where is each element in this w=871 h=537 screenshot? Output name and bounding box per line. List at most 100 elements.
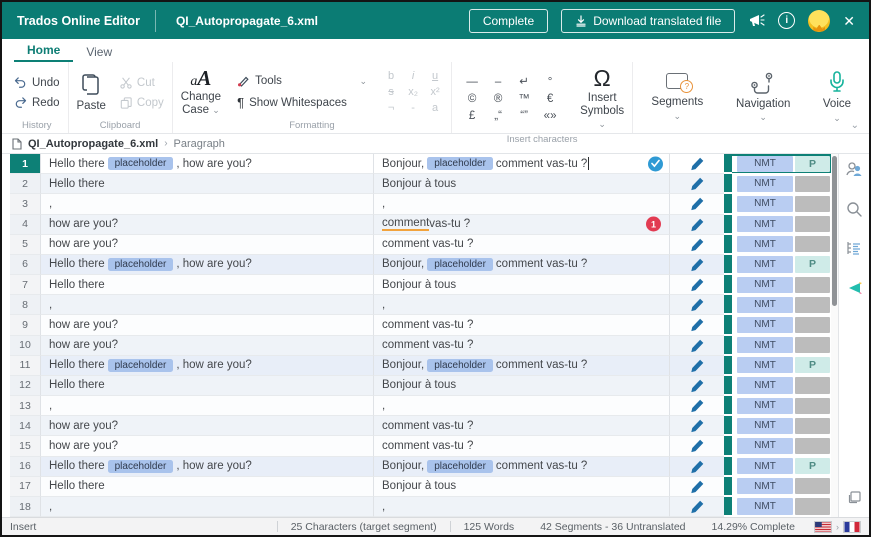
nmt-badge[interactable]: NMT [737,498,793,514]
placeholder-tag[interactable]: placeholder [427,359,493,372]
collapse-ribbon-chevron-icon[interactable]: ⌄ [851,120,859,131]
degree-button[interactable]: ° [538,75,562,90]
edit-pencil-icon[interactable] [690,418,705,433]
target-cell[interactable]: Bonjour, placeholder comment vas-tu ? [374,457,670,477]
voice-menu[interactable]: Voice ⌄ [813,71,861,124]
edit-pencil-icon[interactable] [690,499,705,514]
redo-button[interactable]: Redo [14,97,60,109]
nmt-badge[interactable]: NMT [737,377,793,393]
announcement-icon[interactable] [748,13,765,28]
nmt-badge[interactable]: NMT [737,156,793,172]
edit-pencil-icon[interactable] [690,257,705,272]
nmt-badge[interactable]: NMT [737,438,793,454]
edit-pencil-icon[interactable] [690,479,705,494]
edit-cell[interactable] [670,295,724,315]
target-cell[interactable]: , [374,497,670,517]
tab-view[interactable]: View [73,42,125,62]
nmt-badge[interactable]: NMT [737,176,793,192]
scrollbar-thumb[interactable] [832,156,837,306]
copyright-button[interactable]: © [460,92,484,107]
em-dash-button[interactable]: — [460,75,484,90]
edit-cell[interactable] [670,396,724,416]
edit-pencil-icon[interactable] [690,317,705,332]
edit-pencil-icon[interactable] [690,277,705,292]
source-cell[interactable]: how are you? [41,416,374,436]
nmt-badge[interactable]: NMT [737,337,793,353]
source-cell[interactable]: Hello there placeholder , how are you? [41,255,374,275]
registered-button[interactable]: ® [486,92,510,107]
nmt-badge[interactable]: NMT [737,196,793,212]
curly-quotes-button[interactable]: “” [512,109,536,124]
target-cell[interactable]: Bonjour à tous [374,477,670,497]
nmt-badge[interactable]: NMT [737,478,793,494]
edit-cell[interactable] [670,174,724,194]
placeholder-tag[interactable]: placeholder [108,460,174,473]
segment-number[interactable]: 6 [10,255,41,275]
edit-cell[interactable] [670,497,724,517]
target-cell[interactable]: comment vas-tu ? [374,436,670,456]
edit-pencil-icon[interactable] [690,338,705,353]
source-cell[interactable]: Hello there [41,275,374,295]
edit-pencil-icon[interactable] [690,459,705,474]
line-break-button[interactable]: ↵ [512,75,536,90]
paste-button[interactable]: Paste [77,72,106,113]
source-cell[interactable]: Hello there placeholder , how are you? [41,356,374,376]
edit-pencil-icon[interactable] [690,438,705,453]
source-cell[interactable]: how are you? [41,235,374,255]
navigation-menu[interactable]: Navigation ⌄ [729,72,797,124]
target-cell[interactable]: , [374,396,670,416]
segment-number[interactable]: 7 [10,275,41,295]
edit-cell[interactable] [670,235,724,255]
segment-number[interactable]: 3 [10,194,41,214]
preview-icon[interactable] [848,491,861,509]
edit-pencil-icon[interactable] [690,297,705,312]
source-cell[interactable]: how are you? [41,215,374,235]
edit-pencil-icon[interactable] [690,398,705,413]
target-cell[interactable]: Bonjour à tous [374,376,670,396]
segment-number[interactable]: 10 [10,336,41,356]
source-cell[interactable]: Hello there [41,376,374,396]
edit-cell[interactable] [670,457,724,477]
source-cell[interactable]: , [41,396,374,416]
target-cell[interactable]: comment vas-tu ? [374,336,670,356]
nmt-badge[interactable]: NMT [737,357,793,373]
edit-pencil-icon[interactable] [690,358,705,373]
placeholder-tag[interactable]: placeholder [108,359,174,372]
placeholder-tag[interactable]: placeholder [427,157,493,170]
nmt-badge[interactable]: NMT [737,256,793,272]
nmt-badge[interactable]: NMT [737,236,793,252]
target-cell[interactable]: Bonjour à tous [374,174,670,194]
edit-pencil-icon[interactable] [690,176,705,191]
breadcrumb-file[interactable]: QI_Autopropagate_6.xml [28,138,158,150]
segment-number[interactable]: 17 [10,477,41,497]
document-structure-icon[interactable] [846,241,862,261]
edit-cell[interactable] [670,336,724,356]
target-cell[interactable]: Bonjour à tous [374,275,670,295]
edit-cell[interactable] [670,275,724,295]
nmt-badge[interactable]: NMT [737,216,793,232]
show-whitespaces-button[interactable]: ¶ Show Whitespaces [237,95,347,110]
source-cell[interactable]: , [41,194,374,214]
source-cell[interactable]: Hello there [41,477,374,497]
target-cell[interactable]: , [374,194,670,214]
segment-number[interactable]: 5 [10,235,41,255]
source-cell[interactable]: , [41,497,374,517]
pound-button[interactable]: £ [460,109,484,124]
edit-cell[interactable] [670,315,724,335]
edit-pencil-icon[interactable] [690,378,705,393]
edit-cell[interactable] [670,436,724,456]
error-count-badge[interactable]: 1 [646,217,661,232]
segment-number[interactable]: 4 [10,215,41,235]
change-case-button[interactable]: aA Change Case ⌄ [181,68,221,117]
segment-number[interactable]: 11 [10,356,41,376]
undo-button[interactable]: Undo [14,77,60,89]
segment-number[interactable]: 12 [10,376,41,396]
nmt-badge[interactable]: NMT [737,398,793,414]
source-cell[interactable]: Hello there placeholder , how are you? [41,154,374,174]
segment-number[interactable]: 13 [10,396,41,416]
guillemets-button[interactable]: «» [538,109,562,124]
edit-pencil-icon[interactable] [690,156,705,171]
source-cell[interactable]: how are you? [41,315,374,335]
target-cell[interactable]: comment vas-tu ? [374,235,670,255]
source-cell[interactable]: Hello there placeholder , how are you? [41,457,374,477]
